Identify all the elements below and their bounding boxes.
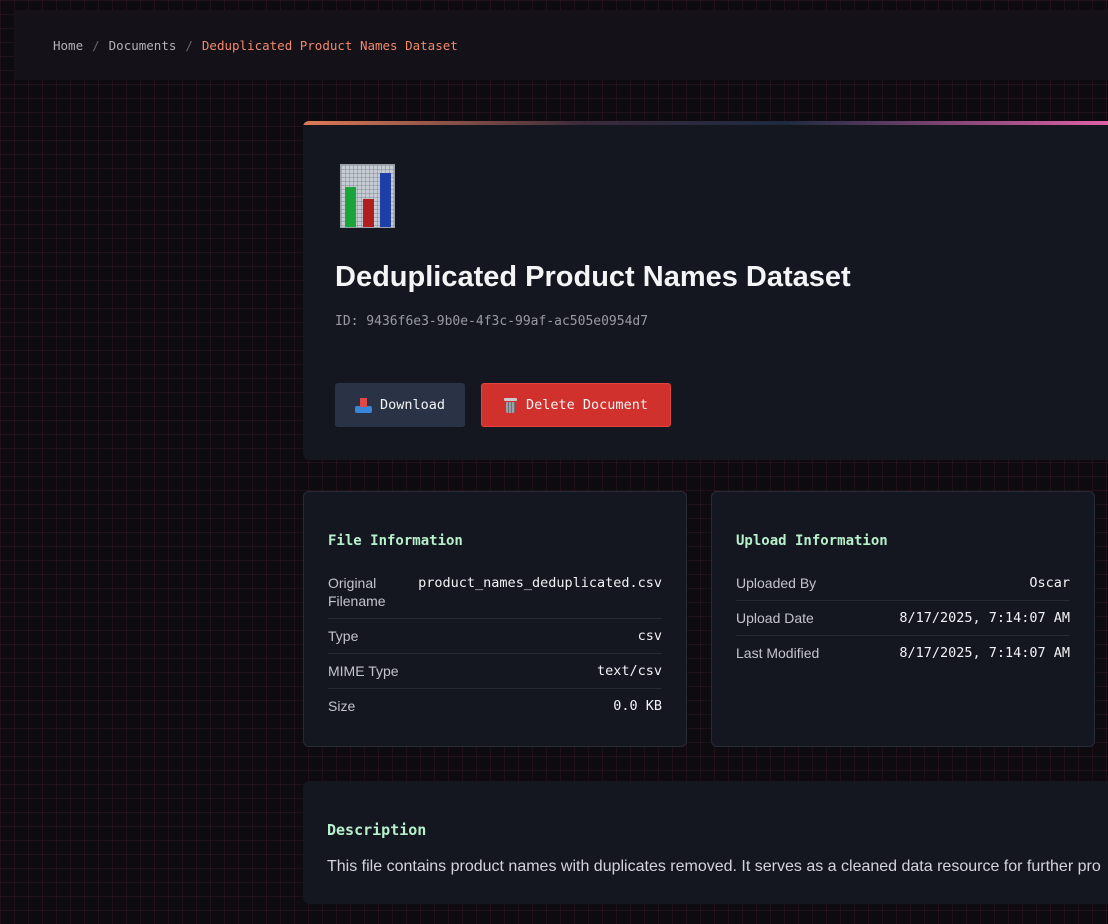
upload-information-card: Upload Information Uploaded By Oscar Upl…	[711, 491, 1095, 747]
info-value: csv	[637, 628, 662, 644]
description-heading: Description	[327, 821, 427, 839]
info-value: 8/17/2025, 7:14:07 AM	[899, 645, 1070, 661]
info-row: Upload Date 8/17/2025, 7:14:07 AM	[736, 601, 1070, 636]
upload-information-rows: Uploaded By Oscar Upload Date 8/17/2025,…	[736, 566, 1070, 671]
info-label: Uploaded By	[736, 575, 817, 591]
delete-document-button[interactable]: Delete Document	[481, 383, 671, 427]
info-label: Upload Date	[736, 610, 814, 626]
breadcrumb: Home / Documents / Deduplicated Product …	[14, 10, 1108, 80]
page-title: Deduplicated Product Names Dataset	[335, 261, 851, 293]
info-value: Oscar	[1029, 575, 1070, 591]
info-row: Uploaded By Oscar	[736, 566, 1070, 601]
accent-bar	[303, 121, 1108, 125]
breadcrumb-current: Deduplicated Product Names Dataset	[201, 37, 458, 53]
trash-icon	[504, 397, 518, 413]
info-label: Size	[328, 698, 356, 714]
info-row: Size 0.0 KB	[328, 689, 662, 724]
info-label: MIME Type	[328, 663, 399, 679]
info-label: Last Modified	[736, 645, 820, 661]
file-information-rows: Original Filename product_names_deduplic…	[328, 566, 662, 724]
document-header-card: Deduplicated Product Names Dataset ID: 9…	[303, 121, 1108, 460]
breadcrumb-home-link[interactable]: Home	[53, 38, 83, 53]
info-row: MIME Type text/csv	[328, 654, 662, 689]
document-id: ID: 9436f6e3-9b0e-4f3c-99af-ac505e0954d7	[335, 314, 649, 329]
info-label: Original Filename	[328, 575, 386, 609]
description-text: This file contains product names with du…	[327, 858, 1101, 875]
download-button-label: Download	[379, 397, 446, 413]
info-value: product_names_deduplicated.csv	[418, 575, 662, 591]
info-value: text/csv	[596, 663, 662, 679]
info-row: Type csv	[328, 619, 662, 654]
info-label: Type	[328, 628, 359, 644]
breadcrumb-separator: /	[92, 37, 100, 53]
description-card: Description This file contains product n…	[303, 781, 1108, 904]
bar-chart-icon	[340, 164, 395, 228]
breadcrumb-separator: /	[185, 37, 193, 53]
info-value: 0.0 KB	[613, 698, 662, 714]
upload-information-heading: Upload Information	[736, 533, 888, 549]
breadcrumb-documents-link[interactable]: Documents	[109, 38, 177, 53]
file-information-card: File Information Original Filename produ…	[303, 491, 687, 747]
delete-button-label: Delete Document	[526, 397, 648, 413]
download-icon	[354, 397, 372, 413]
info-row: Last Modified 8/17/2025, 7:14:07 AM	[736, 636, 1070, 671]
download-button[interactable]: Download	[335, 383, 465, 427]
info-value: 8/17/2025, 7:14:07 AM	[899, 610, 1070, 626]
info-row: Original Filename product_names_deduplic…	[328, 566, 662, 619]
file-information-heading: File Information	[328, 533, 463, 549]
